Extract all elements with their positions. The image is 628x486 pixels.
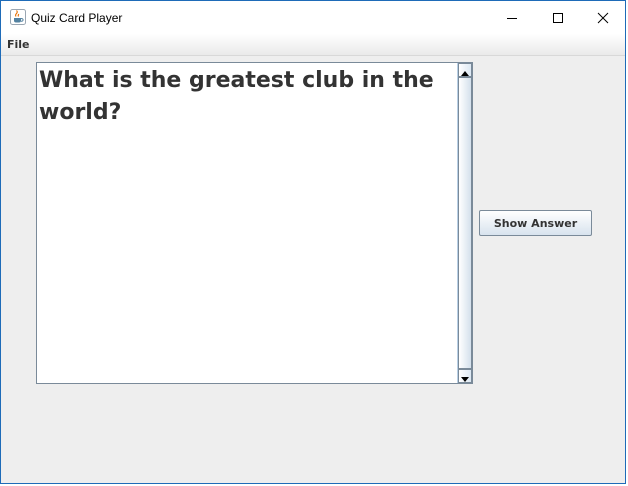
title-bar[interactable]: Quiz Card Player [1,1,625,34]
main-panel: What is the greatest club in the world? [1,56,625,483]
quiz-card-player-window: Quiz Card Player File What is the greate… [0,0,626,484]
show-answer-button[interactable]: Show Answer [479,210,592,236]
vertical-scrollbar[interactable] [457,63,472,383]
menu-file[interactable]: File [7,38,30,51]
minimize-icon [506,12,518,24]
maximize-button[interactable] [535,1,581,34]
close-button[interactable] [580,1,626,34]
question-text-area[interactable]: What is the greatest club in the world? [37,63,457,383]
question-scroll-pane: What is the greatest club in the world? [36,62,473,384]
maximize-icon [552,12,564,24]
menu-bar: File [1,34,625,56]
window-title: Quiz Card Player [31,11,123,25]
close-icon [597,12,609,24]
minimize-button[interactable] [489,1,535,34]
scroll-up-button[interactable] [458,63,472,77]
scroll-down-button[interactable] [458,369,472,383]
chevron-down-icon [461,367,469,386]
java-cup-icon[interactable] [10,9,26,25]
scroll-thumb[interactable] [458,77,472,369]
